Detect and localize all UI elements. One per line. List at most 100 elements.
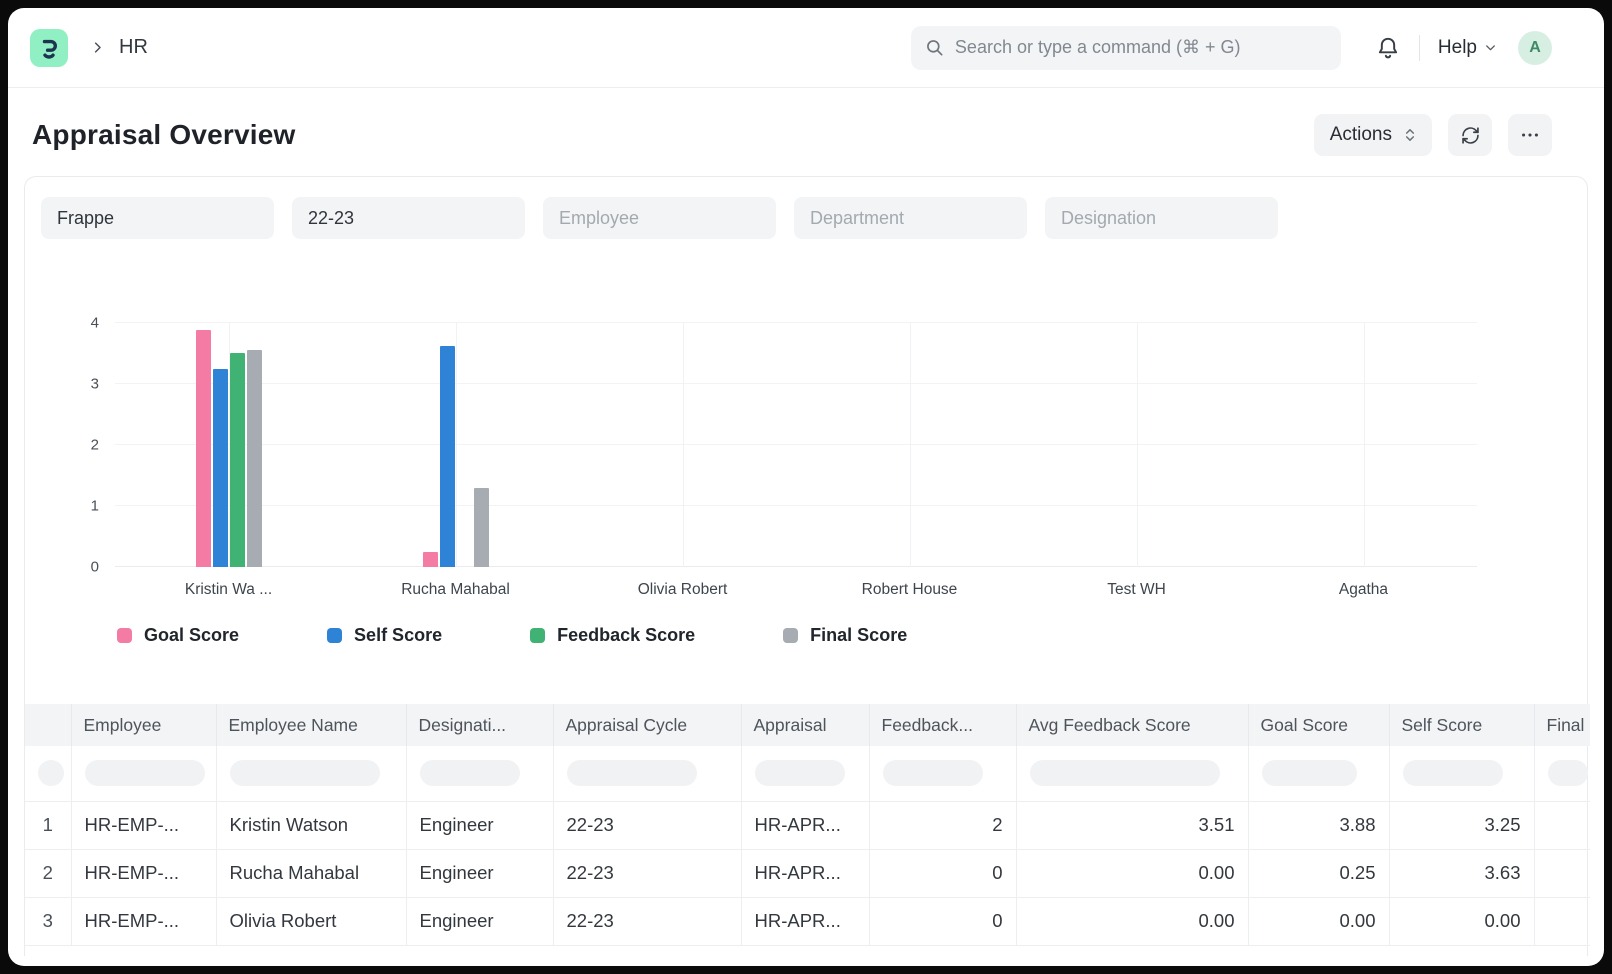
table-filter-cell[interactable] <box>216 746 406 801</box>
legend-swatch-icon <box>327 628 342 643</box>
bar-final-score[interactable] <box>474 488 489 567</box>
x-axis-label: Robert House <box>796 581 1023 599</box>
column-header-row-index[interactable] <box>25 704 71 746</box>
table-cell: Engineer <box>406 849 553 897</box>
table-cell: HR-EMP-... <box>71 897 216 945</box>
x-axis-label: Agatha <box>1250 581 1477 599</box>
breadcrumb-hr[interactable]: HR <box>119 36 148 59</box>
table-cell: 0.00 <box>1389 897 1534 945</box>
ellipsis-icon <box>1519 124 1541 146</box>
x-axis-label: Olivia Robert <box>569 581 796 599</box>
filter-frappe[interactable]: Frappe <box>41 197 274 239</box>
table-cell: HR-EMP-... <box>71 801 216 849</box>
user-avatar[interactable]: A <box>1518 31 1552 65</box>
bar-self-score[interactable] <box>213 369 228 567</box>
table-filter-cell[interactable] <box>741 746 869 801</box>
filter-designation[interactable]: Designation <box>1045 197 1278 239</box>
table-filter-cell[interactable] <box>1016 746 1248 801</box>
filter-department[interactable]: Department <box>794 197 1027 239</box>
table-cell: HR-APR... <box>741 801 869 849</box>
filter-employee[interactable]: Employee <box>543 197 776 239</box>
filter-22-23[interactable]: 22-23 <box>292 197 525 239</box>
table-cell: 0.00 <box>1248 897 1389 945</box>
chart-y-axis: 01234 <box>25 323 115 567</box>
table-cell: 3.63 <box>1389 849 1534 897</box>
filter-input-placeholder <box>230 760 380 786</box>
legend-label: Feedback Score <box>557 625 695 646</box>
legend-item-final-score[interactable]: Final Score <box>783 625 907 646</box>
bar-final-score[interactable] <box>247 350 262 567</box>
column-header-designati-[interactable]: Designati... <box>406 704 553 746</box>
table-cell: 0.00 <box>1016 849 1248 897</box>
appraisal-chart: 01234 Kristin Wa ...Rucha MahabalOlivia … <box>25 259 1587 704</box>
actions-button[interactable]: Actions <box>1314 114 1432 156</box>
filter-bar: Frappe 22-23 Employee Department Designation <box>25 177 1587 259</box>
help-menu[interactable]: Help <box>1438 37 1498 59</box>
bar-feedback-score[interactable] <box>230 353 245 567</box>
table-row[interactable]: 1HR-EMP-...Kristin WatsonEngineer22-23HR… <box>25 801 1590 849</box>
topbar-divider <box>1419 35 1420 61</box>
column-header-feedback-[interactable]: Feedback... <box>869 704 1016 746</box>
bar-goal-score[interactable] <box>196 330 211 567</box>
table-cell: Engineer <box>406 897 553 945</box>
global-search[interactable] <box>911 26 1341 70</box>
search-input[interactable] <box>955 37 1327 58</box>
legend-label: Self Score <box>354 625 442 646</box>
filter-input-placeholder <box>1548 760 1588 786</box>
legend-item-self-score[interactable]: Self Score <box>327 625 442 646</box>
bar-group-5 <box>1023 323 1250 567</box>
table-cell: Rucha Mahabal <box>216 849 406 897</box>
table-cell: 2 <box>25 849 71 897</box>
column-header-avg-feedback-score[interactable]: Avg Feedback Score <box>1016 704 1248 746</box>
refresh-button[interactable] <box>1448 114 1492 156</box>
y-tick-label: 2 <box>91 437 99 454</box>
table-cell: 0.25 <box>1248 849 1389 897</box>
column-header-self-score[interactable]: Self Score <box>1389 704 1534 746</box>
bar-self-score[interactable] <box>440 346 455 567</box>
column-header-goal-score[interactable]: Goal Score <box>1248 704 1389 746</box>
y-tick-label: 0 <box>91 559 99 576</box>
table-filter-cell[interactable] <box>869 746 1016 801</box>
column-header-appraisal[interactable]: Appraisal <box>741 704 869 746</box>
y-tick-label: 1 <box>91 498 99 515</box>
legend-swatch-icon <box>783 628 798 643</box>
table-filter-cell[interactable] <box>553 746 741 801</box>
chevron-down-icon <box>1483 40 1498 55</box>
filter-input-placeholder <box>567 760 697 786</box>
notifications-button[interactable] <box>1375 35 1401 61</box>
table-cell: 3 <box>25 897 71 945</box>
filter-input-placeholder <box>1262 760 1357 786</box>
table-cell: 2 <box>869 801 1016 849</box>
table-cell: Olivia Robert <box>216 897 406 945</box>
column-header-final-score[interactable]: Final Score <box>1534 704 1590 746</box>
table-filter-cell[interactable] <box>406 746 553 801</box>
bars-layer <box>115 323 1477 567</box>
table-filter-cell[interactable] <box>1389 746 1534 801</box>
table-header-row: EmployeeEmployee NameDesignati...Apprais… <box>25 704 1590 746</box>
legend-item-goal-score[interactable]: Goal Score <box>117 625 239 646</box>
page-title: Appraisal Overview <box>32 119 296 151</box>
table-filter-cell[interactable] <box>71 746 216 801</box>
table-cell <box>1534 849 1590 897</box>
table-cell: HR-EMP-... <box>71 849 216 897</box>
x-axis-label: Kristin Wa ... <box>115 581 342 599</box>
filter-input-placeholder <box>38 760 64 786</box>
bar-goal-score[interactable] <box>423 552 438 567</box>
table-filter-cell[interactable] <box>1534 746 1590 801</box>
frappe-hr-logo[interactable] <box>30 29 68 67</box>
table-filter-cell[interactable] <box>25 746 71 801</box>
column-header-appraisal-cycle[interactable]: Appraisal Cycle <box>553 704 741 746</box>
column-header-employee[interactable]: Employee <box>71 704 216 746</box>
table-row[interactable]: 3HR-EMP-...Olivia RobertEngineer22-23HR-… <box>25 897 1590 945</box>
filter-input-placeholder <box>420 760 520 786</box>
column-header-employee-name[interactable]: Employee Name <box>216 704 406 746</box>
table-cell <box>1534 801 1590 849</box>
table-filter-cell[interactable] <box>1248 746 1389 801</box>
topbar: HR Help A <box>8 8 1604 88</box>
table-cell: HR-APR... <box>741 897 869 945</box>
more-options-button[interactable] <box>1508 114 1552 156</box>
table-filter-row <box>25 746 1590 801</box>
legend-item-feedback-score[interactable]: Feedback Score <box>530 625 695 646</box>
table-row[interactable]: 2HR-EMP-...Rucha MahabalEngineer22-23HR-… <box>25 849 1590 897</box>
x-axis-label: Test WH <box>1023 581 1250 599</box>
